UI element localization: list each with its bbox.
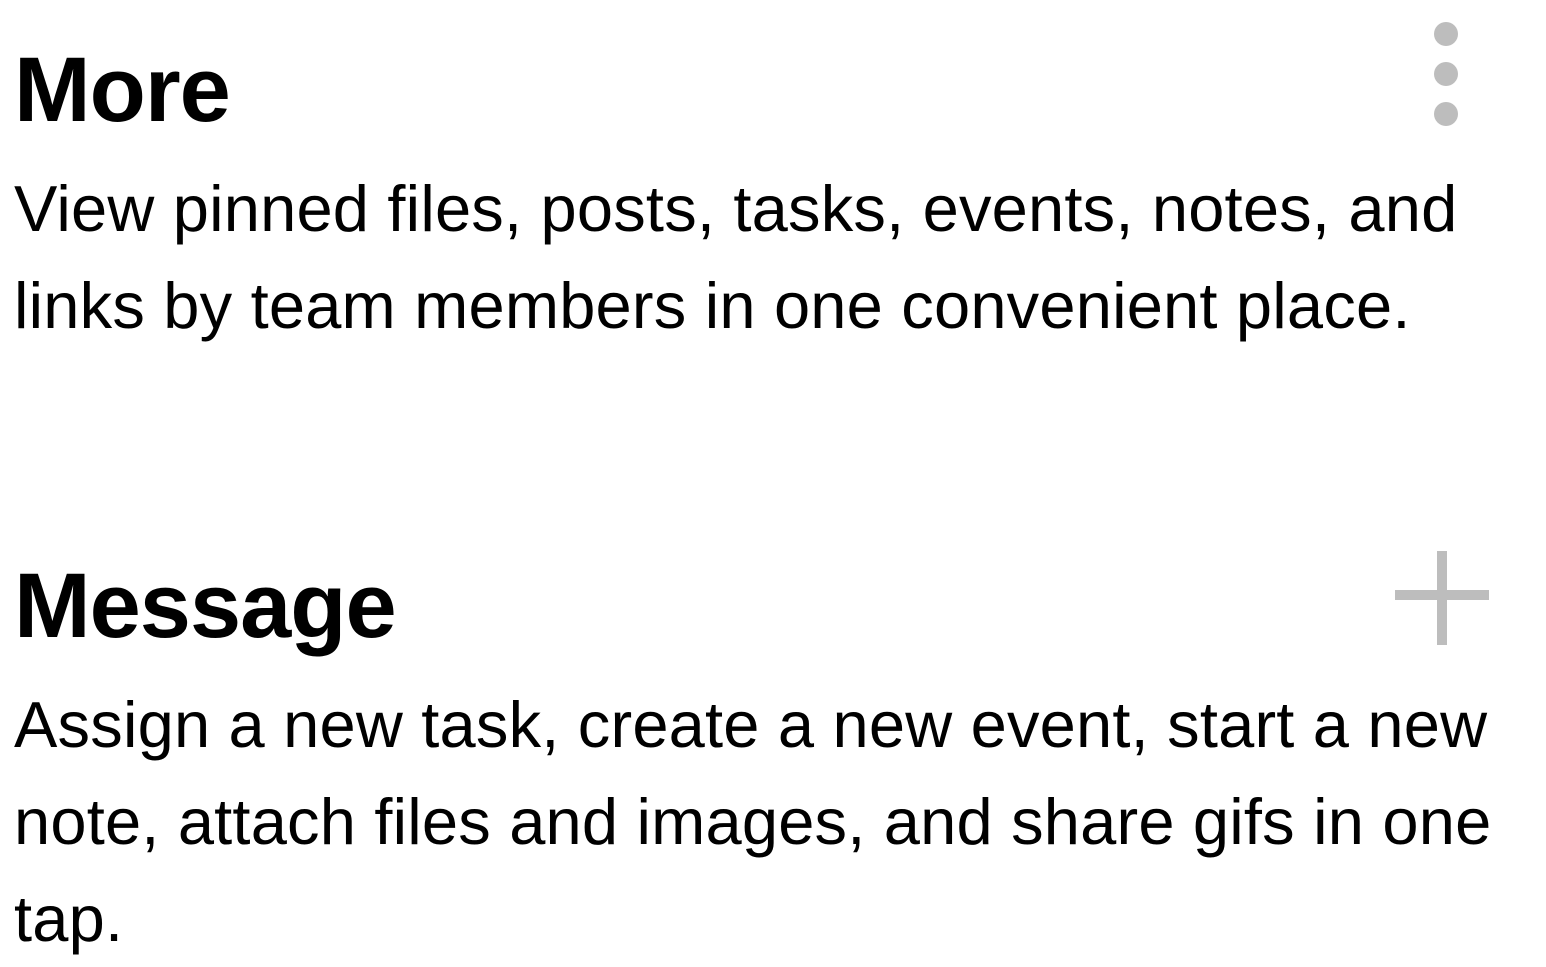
- message-section: Message Assign a new task, create a new …: [14, 556, 1534, 967]
- more-title: More: [14, 39, 231, 141]
- plus-icon[interactable]: [1392, 548, 1492, 648]
- more-section: More View pinned files, posts, tasks, ev…: [14, 40, 1534, 354]
- message-title: Message: [14, 555, 397, 657]
- more-description: View pinned files, posts, tasks, events,…: [14, 172, 1458, 342]
- ellipsis-dot: [1434, 22, 1458, 46]
- ellipsis-dot: [1434, 102, 1458, 126]
- ellipsis-dot: [1434, 62, 1458, 86]
- message-description: Assign a new task, create a new event, s…: [14, 688, 1492, 955]
- vertical-ellipsis-icon[interactable]: [1420, 18, 1472, 130]
